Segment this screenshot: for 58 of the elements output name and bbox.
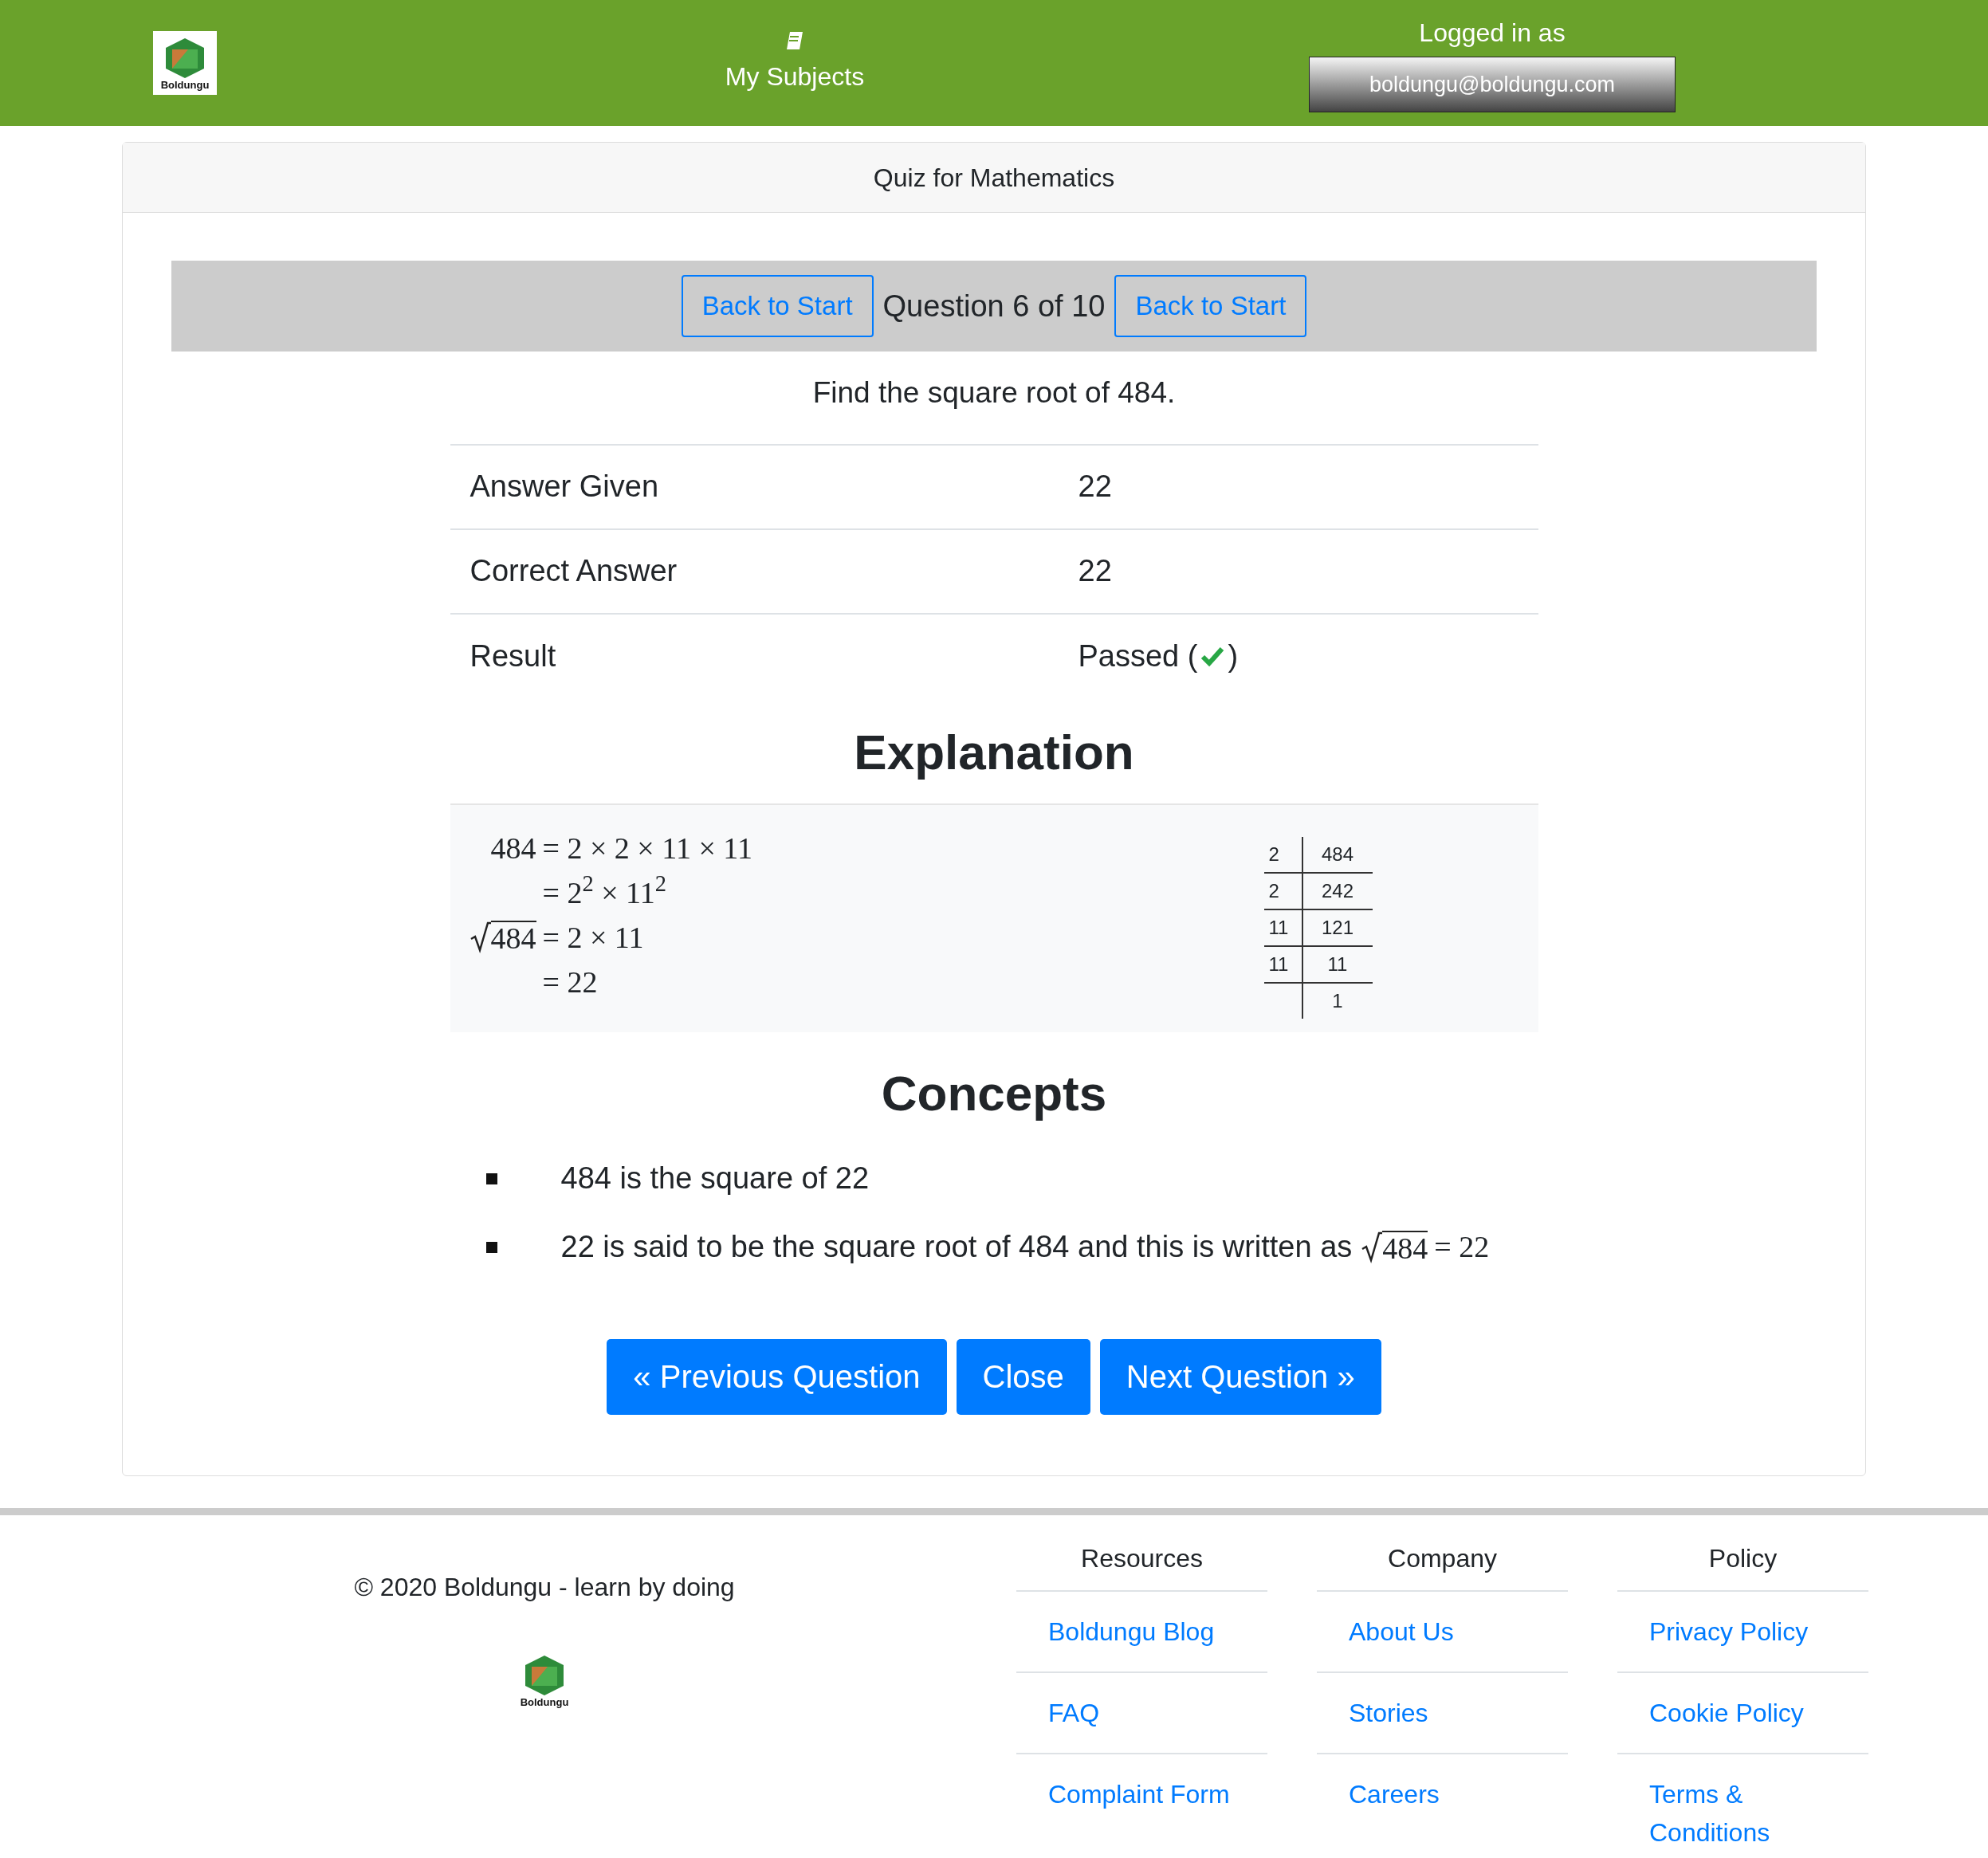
row-label: Result <box>469 638 557 674</box>
nav-link[interactable]: My Subjects <box>662 30 928 96</box>
result-value: ) <box>1228 638 1239 674</box>
row-label: Answer Given <box>469 469 660 505</box>
bullet-icon <box>485 1241 497 1253</box>
login-label: Logged in as <box>1419 18 1566 49</box>
divisor: 11 <box>1268 953 1289 975</box>
divisor: 11 <box>1268 916 1289 938</box>
divisor: 2 <box>1268 879 1279 902</box>
footer-link[interactable]: Cookie Policy <box>1617 1673 1868 1754</box>
dividend: 11 <box>1327 953 1348 975</box>
action-button[interactable]: Next Question » <box>1099 1338 1381 1415</box>
footer-link[interactable]: About Us <box>1317 1592 1568 1673</box>
section-heading: Concepts <box>880 1064 1108 1122</box>
logo: Boldungu <box>153 31 217 95</box>
footer-heading: Resources <box>1016 1530 1267 1592</box>
row-value: 22 <box>1078 553 1113 589</box>
back-to-start-button[interactable]: Back to Start <box>1114 275 1307 337</box>
math-expression: = 2 × 11 <box>542 919 645 956</box>
footer-link[interactable]: Terms & Conditions <box>1617 1754 1868 1858</box>
math-expression: = 22 <box>542 964 599 1000</box>
dividend: 242 <box>1321 879 1353 902</box>
footer-link[interactable]: Privacy Policy <box>1617 1592 1868 1673</box>
dividend: 484 <box>1321 843 1353 865</box>
question-text: Find the square root of 484. <box>811 375 1177 410</box>
math-expression: = 22 <box>1434 1229 1490 1265</box>
math-expression: 484 <box>1382 1230 1428 1264</box>
section-heading: Explanation <box>853 723 1135 781</box>
divisor: 2 <box>1268 843 1279 865</box>
footer-heading: Company <box>1317 1530 1568 1592</box>
dividend: 121 <box>1321 916 1353 938</box>
footer-link[interactable]: FAQ <box>1016 1673 1267 1754</box>
footer-link[interactable]: Careers <box>1317 1754 1568 1834</box>
book-icon <box>785 30 804 51</box>
row-label: Correct Answer <box>469 553 678 589</box>
dividend: 1 <box>1332 989 1343 1011</box>
math-expression: 484 <box>490 830 536 866</box>
math-expression: 484 <box>490 920 536 954</box>
footer-heading: Policy <box>1617 1530 1868 1592</box>
copyright-text: © 2020 Boldungu - learn by doing <box>354 1572 735 1603</box>
action-button[interactable]: Close <box>956 1338 1090 1415</box>
result-value: Passed ( <box>1078 638 1198 674</box>
question-counter: Question 6 of 10 <box>882 288 1106 324</box>
footer-link[interactable]: Boldungu Blog <box>1016 1592 1267 1673</box>
concept-text: 484 is the square of 22 <box>560 1161 870 1196</box>
user-email[interactable]: boldungu@boldungu.com <box>1309 57 1676 112</box>
back-to-start-button[interactable]: Back to Start <box>681 275 874 337</box>
math-expression: = 2 × 2 × 11 × 11 <box>542 830 752 866</box>
action-button[interactable]: « Previous Question <box>607 1338 947 1415</box>
card-title: Quiz for Mathematics <box>123 143 1865 213</box>
footer-link[interactable]: Stories <box>1317 1673 1568 1754</box>
math-expression: = 2$^{2}$ × 11$^{2}$ <box>542 871 667 911</box>
row-value: 22 <box>1078 469 1113 505</box>
footer-link[interactable]: Complaint Form <box>1016 1754 1267 1834</box>
bullet-icon <box>485 1173 497 1184</box>
logo: Boldungu <box>520 1654 569 1707</box>
radical-sign-icon <box>1361 1231 1383 1263</box>
concept-text: 22 is said to be the square root of 484 and this is written as <box>560 1229 1353 1265</box>
